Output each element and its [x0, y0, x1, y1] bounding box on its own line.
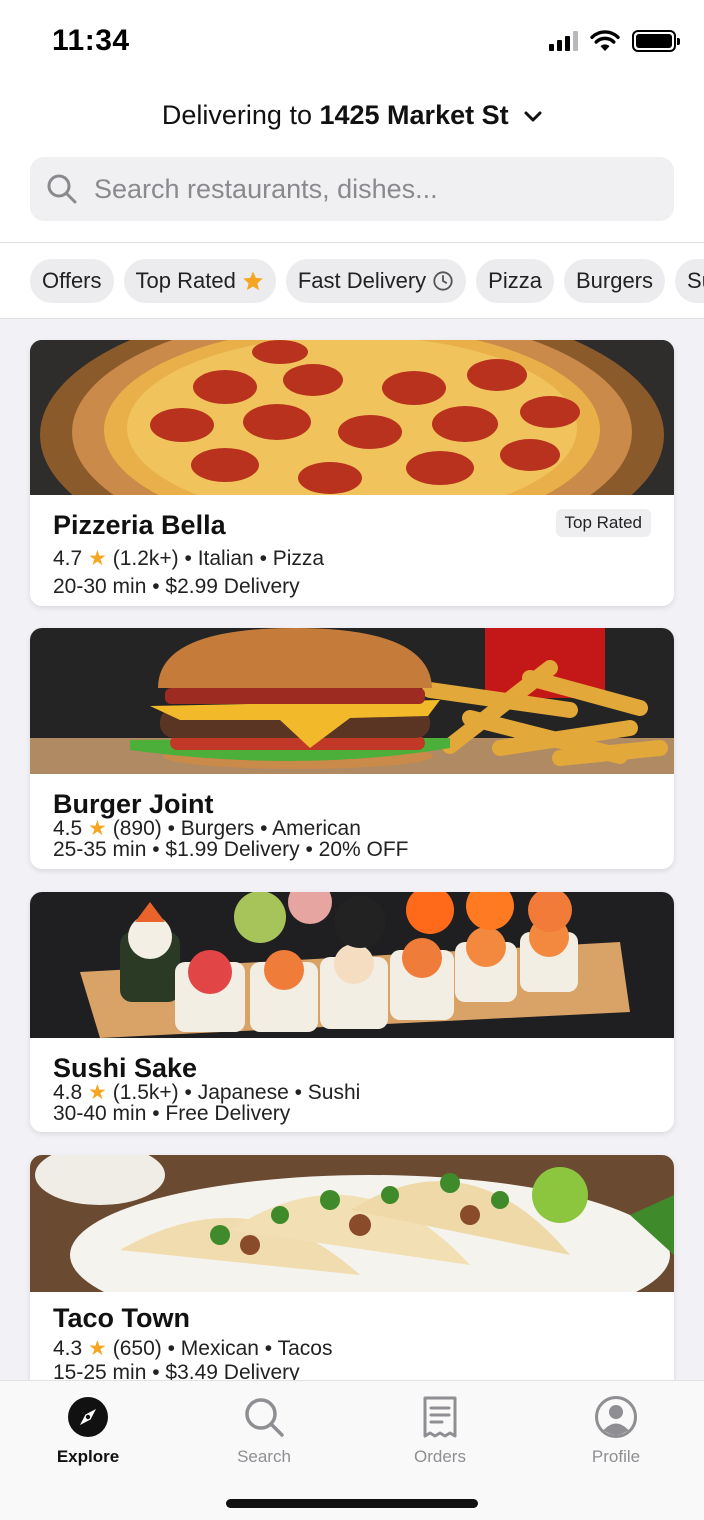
restaurant-card[interactable]: Burger Joint 4.5 ★ (890) • Burgers • Ame… — [30, 628, 674, 869]
star-icon: ★ — [88, 817, 107, 840]
tab-label: Explore — [56, 1447, 120, 1466]
chip-fast-delivery[interactable]: Fast Delivery — [285, 259, 467, 303]
burger-photo — [30, 628, 674, 774]
card-details: Taco Town 4.3 ★ (650) • Mexican • Tacos … — [30, 1292, 674, 1380]
rating-line: 4.3 ★ (650) • Mexican • Tacos — [53, 1336, 651, 1362]
tab-label: Search — [237, 1447, 291, 1466]
rating-value: 4.3 — [53, 1337, 83, 1360]
chip-label: Pizza — [488, 268, 542, 293]
chevron-down-icon — [524, 111, 542, 122]
restaurant-name: Burger Joint — [53, 789, 214, 819]
card-details: Burger Joint 4.5 ★ (890) • Burgers • Ame… — [30, 774, 674, 860]
delivery-location-selector[interactable]: Delivering to 1425 Market St — [0, 100, 704, 131]
star-icon — [242, 270, 264, 292]
restaurant-name: Taco Town — [53, 1303, 190, 1333]
chip-top-rated[interactable]: Top Rated — [123, 259, 276, 303]
tacos-photo — [30, 1155, 674, 1292]
delivery-info: 15-25 min • $3.49 Delivery — [53, 1361, 300, 1381]
profile-icon — [595, 1396, 637, 1438]
tab-label: Orders — [414, 1447, 466, 1466]
card-details: Sushi Sake 4.8 ★ (1.5k+) • Japanese • Su… — [30, 1038, 674, 1124]
delivery-info: 30-40 min • Free Delivery — [53, 1102, 291, 1125]
rating-line: 4.7 ★ (1.2k+) • Italian • Pizza — [53, 545, 651, 573]
review-count: (1.5k+) — [112, 1081, 179, 1104]
sushi-photo — [30, 892, 674, 1038]
cellular-signal-icon — [549, 31, 578, 51]
delivery-info: 20-30 min • $2.99 Delivery — [53, 575, 300, 598]
status-bar: 11:34 — [0, 0, 704, 84]
chip-pizza[interactable]: Pizza — [476, 259, 554, 303]
review-count: (650) — [112, 1337, 162, 1360]
status-time: 11:34 — [52, 24, 130, 57]
home-indicator — [226, 1499, 478, 1508]
delivery-address: 1425 Market St — [319, 100, 509, 130]
cuisine-tags: • Japanese • Sushi — [184, 1081, 361, 1104]
receipt-icon — [423, 1396, 457, 1438]
rating-value: 4.8 — [53, 1081, 83, 1104]
delivering-prefix: Delivering to — [161, 100, 312, 130]
star-icon: ★ — [88, 1337, 107, 1360]
rating-value: 4.5 — [53, 817, 83, 840]
clock-icon — [432, 270, 454, 292]
search-placeholder: Search restaurants, dishes... — [94, 173, 438, 204]
tab-orders[interactable]: Orders — [380, 1395, 500, 1467]
cuisine-tags: • Mexican • Tacos — [167, 1337, 333, 1360]
top-rated-badge: Top Rated — [555, 509, 651, 537]
tab-explore[interactable]: Explore — [28, 1395, 148, 1467]
card-details: Pizzeria Bella Top Rated 4.7 ★ (1.2k+) •… — [30, 495, 674, 601]
compass-icon — [68, 1397, 108, 1437]
star-icon: ★ — [88, 1081, 107, 1104]
wifi-icon — [590, 30, 620, 51]
review-count: (1.2k+) — [112, 547, 179, 570]
search-input[interactable]: Search restaurants, dishes... — [30, 157, 674, 221]
cuisine-tags: • Italian • Pizza — [184, 547, 325, 570]
filter-chips-row[interactable]: Offers Top Rated Fast Delivery Pizza Bur… — [0, 243, 704, 319]
delivery-info: 25-35 min • $1.99 Delivery • 20% OFF — [53, 838, 409, 861]
chip-offers[interactable]: Offers — [30, 259, 114, 303]
review-count: (890) — [112, 817, 162, 840]
chip-label: Top Rated — [135, 268, 236, 293]
tab-profile[interactable]: Profile — [556, 1395, 676, 1467]
battery-icon — [632, 30, 680, 52]
restaurant-card[interactable]: Taco Town 4.3 ★ (650) • Mexican • Tacos … — [30, 1155, 674, 1380]
pizza-photo — [30, 340, 674, 495]
cuisine-tags: • Burgers • American — [167, 817, 361, 840]
chip-label: Sushi — [687, 268, 704, 293]
search-icon — [47, 174, 77, 204]
chip-label: Fast Delivery — [297, 268, 427, 293]
search-icon — [245, 1398, 284, 1437]
chip-label: Burgers — [575, 268, 654, 293]
chip-burgers[interactable]: Burgers — [563, 259, 666, 303]
restaurant-card[interactable]: Sushi Sake 4.8 ★ (1.5k+) • Japanese • Su… — [30, 892, 674, 1132]
rating-value: 4.7 — [53, 547, 83, 570]
rating-line: 4.8 ★ (1.5k+) • Japanese • Sushi — [53, 1082, 651, 1104]
filter-chips: Offers Top Rated Fast Delivery Pizza Bur… — [30, 259, 704, 303]
tab-search[interactable]: Search — [204, 1395, 324, 1467]
restaurant-name: Sushi Sake — [53, 1053, 198, 1083]
tab-label: Profile — [591, 1447, 641, 1466]
star-icon: ★ — [88, 547, 107, 570]
restaurant-feed[interactable]: Pizzeria Bella Top Rated 4.7 ★ (1.2k+) •… — [0, 319, 704, 1380]
chip-sushi[interactable]: Sushi — [675, 259, 704, 303]
chip-label: Offers — [42, 268, 102, 293]
status-icons — [549, 30, 680, 52]
rating-line: 4.5 ★ (890) • Burgers • American — [53, 818, 651, 840]
restaurant-card[interactable]: Pizzeria Bella Top Rated 4.7 ★ (1.2k+) •… — [30, 340, 674, 606]
